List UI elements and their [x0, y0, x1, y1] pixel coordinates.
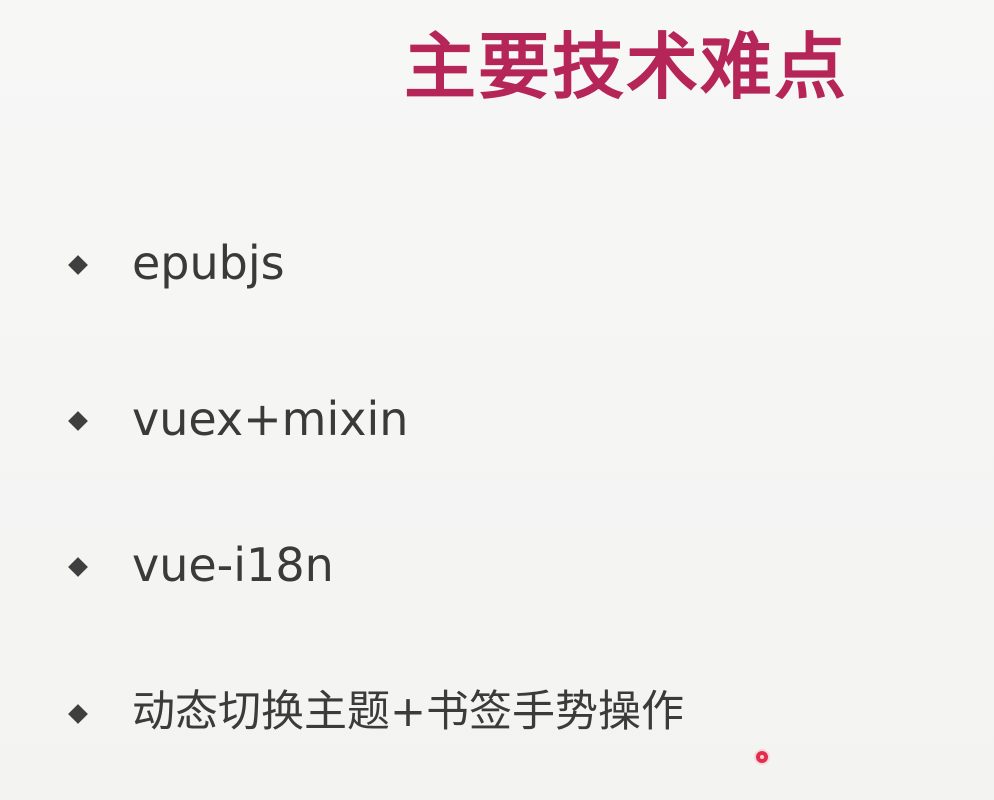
- cursor-dot-icon: [756, 751, 768, 763]
- diamond-bullet-icon: [68, 411, 88, 431]
- bullet-label-vuex-mixin: vuex+mixin: [132, 392, 409, 446]
- diamond-bullet-icon: [68, 704, 88, 724]
- bullet-label-vue-i18n: vue-i18n: [132, 538, 334, 592]
- diamond-bullet-icon: [68, 557, 88, 577]
- bullet-label-epubjs: epubjs: [132, 236, 285, 290]
- diamond-bullet-icon: [68, 255, 88, 275]
- presentation-slide: 主要技术难点 epubjs vuex+mixin vue-i18n 动态切换主题…: [0, 0, 994, 800]
- bullet-label-theme-bookmark-gesture: 动态切换主题+书签手势操作: [132, 687, 685, 737]
- technical-points-list: epubjs vuex+mixin vue-i18n 动态切换主题+书签手势操作: [60, 0, 960, 800]
